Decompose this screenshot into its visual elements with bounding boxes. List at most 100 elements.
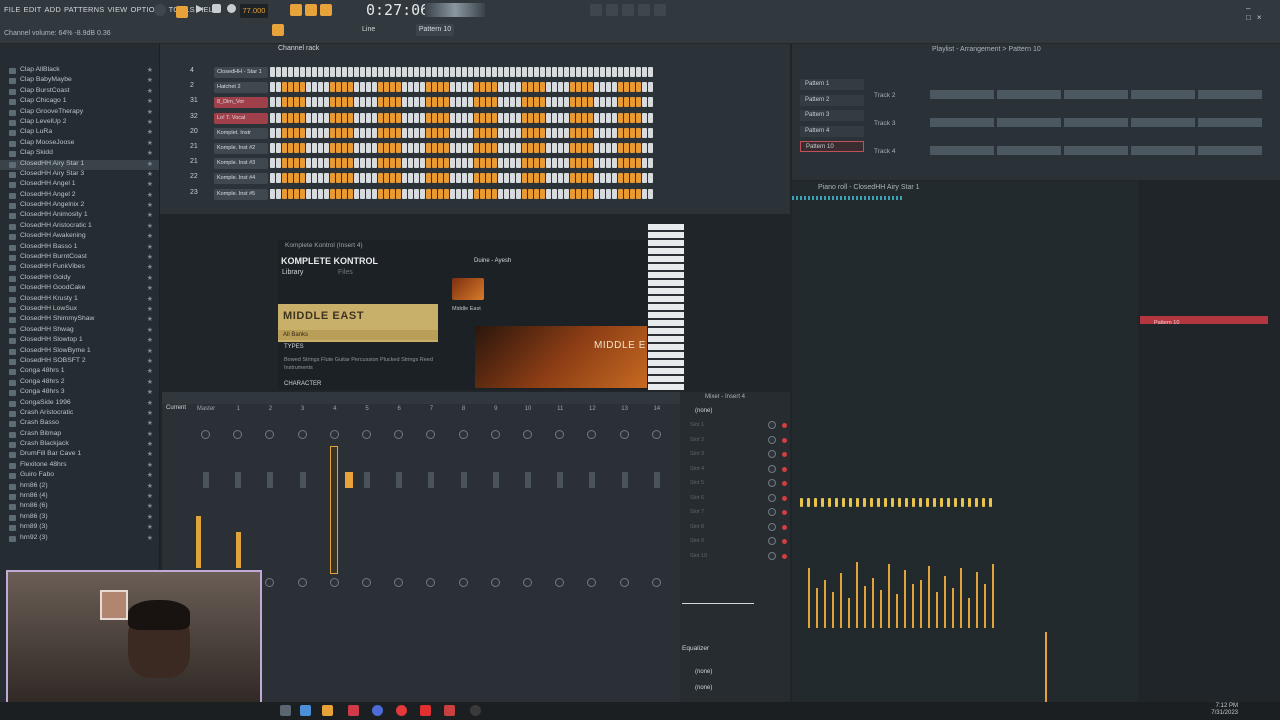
effect-slot[interactable]: Slot 6 — [690, 495, 704, 501]
step-button[interactable] — [408, 112, 413, 123]
star-icon[interactable]: ★ — [147, 201, 153, 209]
mixer-strip-label[interactable]: 1 — [226, 406, 250, 412]
step-button[interactable] — [414, 173, 419, 184]
star-icon[interactable]: ★ — [147, 211, 153, 219]
step-button[interactable] — [354, 158, 359, 169]
step-button[interactable] — [408, 67, 413, 77]
velocity-bar[interactable] — [888, 564, 890, 628]
step-button[interactable] — [444, 67, 449, 77]
slot-mix-knob[interactable] — [768, 479, 776, 487]
step-button[interactable] — [468, 97, 473, 108]
star-icon[interactable]: ★ — [147, 97, 153, 105]
step-button[interactable] — [456, 173, 461, 184]
browser-item[interactable]: ClosedHH Awakening ★ — [0, 232, 159, 242]
step-button[interactable] — [336, 127, 341, 138]
step-button[interactable] — [306, 67, 311, 77]
step-button[interactable] — [492, 112, 497, 123]
step-button[interactable] — [378, 143, 383, 153]
step-button[interactable] — [450, 67, 455, 77]
channel-mixer-track[interactable]: 20 — [190, 128, 198, 135]
step-button[interactable] — [306, 112, 311, 123]
step-button[interactable] — [456, 158, 461, 169]
playlist-clip[interactable] — [1198, 146, 1262, 155]
step-button[interactable] — [552, 112, 557, 123]
velocity-bar[interactable] — [920, 580, 922, 628]
piano-roll[interactable] — [792, 181, 1138, 702]
effect-slot[interactable]: Slot 5 — [690, 480, 704, 486]
volume-fader[interactable] — [589, 472, 596, 488]
step-button[interactable] — [300, 173, 305, 184]
step-button[interactable] — [294, 112, 299, 123]
step-button[interactable] — [636, 158, 641, 169]
note[interactable] — [877, 498, 880, 507]
step-button[interactable] — [462, 97, 467, 108]
mixer-strip-label[interactable]: 7 — [419, 406, 443, 412]
step-sequencer[interactable] — [270, 97, 653, 108]
step-button[interactable] — [330, 82, 335, 93]
step-button[interactable] — [486, 82, 491, 93]
star-icon[interactable]: ★ — [147, 492, 153, 500]
step-button[interactable] — [636, 143, 641, 153]
step-button[interactable] — [540, 158, 545, 169]
step-button[interactable] — [552, 67, 557, 77]
star-icon[interactable]: ★ — [147, 378, 153, 386]
step-button[interactable] — [570, 67, 575, 77]
step-button[interactable] — [438, 82, 443, 93]
effect-slot[interactable]: Slot 9 — [690, 538, 704, 544]
step-button[interactable] — [450, 112, 455, 123]
step-button[interactable] — [402, 97, 407, 108]
step-button[interactable] — [438, 173, 443, 184]
step-button[interactable] — [498, 127, 503, 138]
step-button[interactable] — [606, 158, 611, 169]
step-button[interactable] — [528, 97, 533, 108]
step-button[interactable] — [474, 188, 479, 199]
step-button[interactable] — [480, 67, 485, 77]
step-button[interactable] — [384, 173, 389, 184]
step-button[interactable] — [480, 97, 485, 108]
step-button[interactable] — [306, 97, 311, 108]
step-button[interactable] — [618, 127, 623, 138]
note[interactable] — [961, 498, 964, 507]
star-icon[interactable]: ★ — [147, 128, 153, 136]
step-button[interactable] — [510, 82, 515, 93]
step-button[interactable] — [348, 82, 353, 93]
browser-item[interactable]: Clap GrooveTherapy ★ — [0, 108, 159, 118]
step-button[interactable] — [540, 173, 545, 184]
all-banks-select[interactable]: All Banks — [278, 330, 438, 340]
step-button[interactable] — [528, 158, 533, 169]
step-button[interactable] — [504, 82, 509, 93]
browser-item[interactable]: Clap MooseJoose ★ — [0, 139, 159, 149]
step-button[interactable] — [384, 67, 389, 77]
step-button[interactable] — [276, 143, 281, 153]
mixer-strip-label[interactable]: 13 — [613, 406, 637, 412]
step-button[interactable] — [414, 67, 419, 77]
slot-enable-led[interactable] — [782, 452, 787, 457]
step-button[interactable] — [402, 143, 407, 153]
step-button[interactable] — [360, 112, 365, 123]
volume-fader[interactable] — [364, 472, 370, 488]
step-button[interactable] — [420, 158, 425, 169]
step-button[interactable] — [306, 188, 311, 199]
step-button[interactable] — [642, 127, 647, 138]
step-button[interactable] — [486, 158, 491, 169]
step-button[interactable] — [396, 67, 401, 77]
note[interactable] — [982, 498, 985, 507]
step-button[interactable] — [618, 112, 623, 123]
velocity-bar[interactable] — [960, 568, 962, 628]
note[interactable] — [926, 498, 929, 507]
step-button[interactable] — [510, 143, 515, 153]
step-button[interactable] — [534, 188, 539, 199]
velocity-bar[interactable] — [880, 590, 882, 628]
step-button[interactable] — [438, 67, 443, 77]
step-button[interactable] — [468, 158, 473, 169]
star-icon[interactable]: ★ — [147, 502, 153, 510]
step-button[interactable] — [294, 188, 299, 199]
taskbar-app-icon-3[interactable] — [372, 705, 383, 716]
channel-name-button[interactable]: 8_Dim_Vor — [214, 97, 268, 109]
step-button[interactable] — [420, 67, 425, 77]
step-button[interactable] — [570, 127, 575, 138]
step-button[interactable] — [450, 158, 455, 169]
step-button[interactable] — [426, 82, 431, 93]
step-button[interactable] — [426, 97, 431, 108]
step-button[interactable] — [432, 188, 437, 199]
